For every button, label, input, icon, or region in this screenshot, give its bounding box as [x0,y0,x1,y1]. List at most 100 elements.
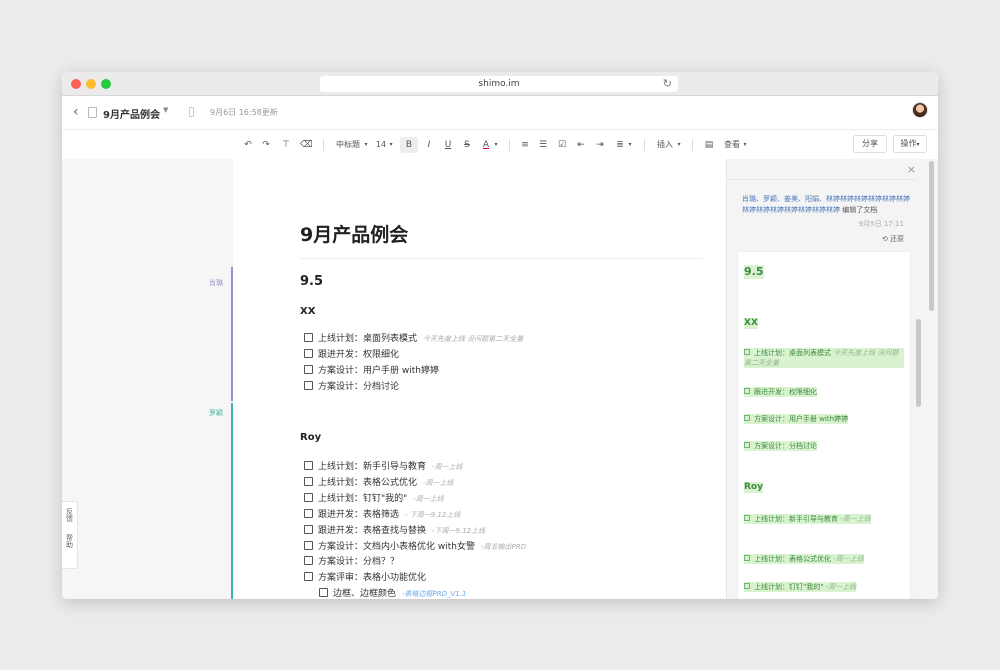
chevron-down-icon[interactable]: ▾ [627,137,633,153]
task-item[interactable]: 跟进开发：表格查找与替换 -下周一9.12上线 [304,523,485,536]
task-text: 跟进开发：表格筛选 [318,509,400,520]
editor-names: 肖璐、罗颖、姜美、阳娟、林婷林婷林婷林婷林婷林婷林婷林婷林婷林婷林婷林婷林婷 [742,195,910,214]
checkbox[interactable] [304,380,313,390]
document-icon [88,107,97,118]
restore-button[interactable]: ⟲ 还原 [882,234,904,244]
task-item[interactable]: 上线计划：表格公式优化 -周一上线 [304,475,454,488]
document-page[interactable]: 9月产品例会 9.5 XX 上线计划：桌面列表模式 今天先度上线 没问题第二天全量… [233,159,726,599]
font-color-button[interactable]: A [480,137,492,153]
task-item[interactable]: 边框、边框颜色 -表格边框PRD_V1.1 [319,586,466,599]
chevron-down-icon[interactable]: ▾ [676,137,682,153]
task-text: 边框、边框颜色 [333,589,397,599]
task-item[interactable]: 跟进开发：权限细化 [304,347,399,360]
feedback-label: 反馈 [65,508,74,522]
checkbox [744,583,750,589]
task-text: 方案设计：文档内小表格优化 with女警 [318,541,475,552]
undo-icon[interactable]: ↶ [242,137,254,153]
task-item[interactable]: 方案设计：分档？？ [304,554,399,567]
checkbox[interactable] [304,476,313,486]
restore-label: 还原 [890,235,904,243]
actions-button[interactable]: 操作▾ [893,135,927,153]
task-text: 上线计划：新手引导与教育 [318,462,427,472]
outdent-icon[interactable]: ⇤ [574,137,588,153]
task-text: 上线计划：表格公式优化 [318,477,418,488]
close-window-button[interactable] [71,79,81,89]
ordered-list-icon[interactable]: ≡ [518,137,532,153]
underline-button[interactable]: U [441,137,455,153]
task-item[interactable]: 上线计划：桌面列表模式 今天先度上线 没问题第二天全量 [304,331,523,344]
chevron-down-icon[interactable]: ▾ [388,137,394,153]
task-item[interactable]: 上线计划：钉钉"我的" -周一上线 [304,491,444,504]
chevron-down-icon[interactable]: ▾ [363,137,369,153]
group-heading[interactable]: Roy [300,432,321,443]
preview-task: 上线计划：表格公式优化 -周一上线 [744,554,864,564]
maximize-window-button[interactable] [101,79,111,89]
task-item[interactable]: 跟进开发：表格筛选 - 下周一9.12上线 [304,507,460,520]
preview-task-text: 上线计划：表格公式优化 [754,555,831,563]
chevron-down-icon[interactable]: ▼ [163,106,168,114]
doc-header: ‹ 9月产品例会 ▼ 9月6日 16:58更新 [62,96,938,130]
page-scrollbar[interactable] [929,161,934,311]
workspace: 肖璐 罗颖 9月产品例会 9.5 XX 上线计划：桌面列表模式 今天先度上线 没问… [62,159,938,599]
checkbox[interactable] [304,556,313,566]
checkbox[interactable] [319,588,328,598]
checklist-icon[interactable]: ☑ [555,137,569,153]
redo-icon[interactable]: ↷ [260,137,272,153]
avatar[interactable] [912,102,928,118]
checkbox[interactable] [304,524,313,534]
preview-task: 上线计划：桌面列表模式 今天先度上线 没问题第二天全量 [744,348,904,368]
divider [727,179,917,180]
task-item[interactable]: 方案设计：文档内小表格优化 with女警 -周五输出PRD [304,539,526,552]
task-item[interactable]: 方案设计：分档讨论 [304,379,399,392]
group-heading[interactable]: XX [300,306,315,317]
history-time: 9月5日 17:11 [858,220,904,228]
section-heading[interactable]: 9.5 [300,274,323,289]
checkbox[interactable] [304,333,313,342]
back-icon[interactable]: ‹ [73,104,79,120]
indent-icon[interactable]: ⇥ [593,137,607,153]
close-icon[interactable]: × [907,163,916,176]
bold-button[interactable]: B [400,137,418,153]
checkbox[interactable] [304,348,313,358]
checkbox[interactable] [304,492,313,502]
checkbox[interactable] [304,364,313,374]
feedback-tab[interactable]: 反馈 帮助 [62,501,78,569]
align-icon[interactable]: ≣ [613,137,627,153]
history-editors: 肖璐、罗颖、姜美、阳娟、林婷林婷林婷林婷林婷林婷林婷林婷林婷林婷林婷林婷林婷 编… [742,194,912,216]
bullet-list-icon[interactable]: ☰ [536,137,550,153]
document-title[interactable]: 9月产品例会 [300,220,408,247]
lock-icon [189,107,194,117]
insert-menu[interactable]: 插入 [656,137,674,153]
checkbox[interactable] [304,508,313,518]
task-item[interactable]: 方案评审：表格小功能优化 [304,570,426,583]
format-painter-icon[interactable]: ⊤ [280,137,292,153]
task-item[interactable]: 方案设计：用户手册 with婷婷 [304,363,439,376]
reload-icon[interactable]: ↻ [663,76,672,92]
task-text: 上线计划：钉钉"我的" [318,493,408,504]
browser-window: shimo.im ↻ ‹ 9月产品例会 ▼ 9月6日 16:58更新 ↶ ↷ ⊤… [62,72,938,599]
view-menu[interactable]: 查看 [723,137,741,153]
preview-group: XX [744,318,758,329]
minimize-window-button[interactable] [86,79,96,89]
history-preview: 9.5 XX 上线计划：桌面列表模式 今天先度上线 没问题第二天全量 跟进开发：权… [737,251,911,599]
address-bar[interactable]: shimo.im ↻ [320,76,678,92]
heading-select[interactable]: 中标题 [334,137,362,153]
preview-task-note: -周一上线 [825,583,857,591]
preview-task: 方案设计：分档讨论 [744,441,817,451]
share-button[interactable]: 分享 [853,135,887,153]
italic-button[interactable]: I [422,137,436,153]
clear-format-icon[interactable]: ⌫ [300,137,313,153]
font-size-select[interactable]: 14 [375,137,387,153]
chevron-down-icon[interactable]: ▾ [742,137,748,153]
toolbar: ↶ ↷ ⊤ ⌫ 中标题 ▾ 14 ▾ B I U S A ▾ ≡ ☰ ☑ ⇤ ⇥… [62,131,938,159]
checkbox[interactable] [304,540,313,550]
preview-task-text: 方案设计：分档讨论 [754,442,817,450]
panel-scrollbar[interactable] [916,319,921,407]
task-item[interactable]: 上线计划：新手引导与教育 -周一上线 [304,459,463,472]
checkbox[interactable] [304,572,313,582]
strikethrough-button[interactable]: S [460,137,474,153]
checkbox[interactable] [304,461,313,470]
doc-title[interactable]: 9月产品例会 [103,106,160,121]
chevron-down-icon[interactable]: ▾ [493,137,499,153]
comment-icon[interactable]: ▤ [702,137,716,153]
